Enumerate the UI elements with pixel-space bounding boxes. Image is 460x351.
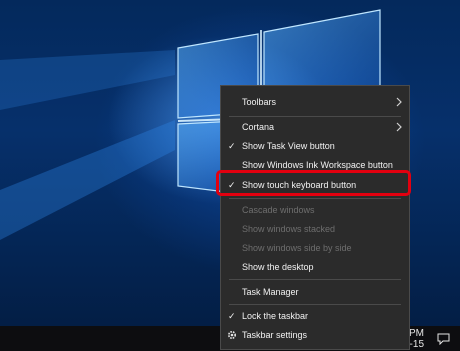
menu-item-toolbars[interactable]: Toolbars bbox=[221, 93, 409, 111]
menu-item-cascade-windows: Cascade windows bbox=[221, 201, 409, 219]
highlight-annotation-box bbox=[216, 170, 411, 196]
menu-item-label: Task Manager bbox=[242, 287, 299, 297]
action-center-icon bbox=[437, 333, 450, 345]
menu-item-label: Show the desktop bbox=[242, 262, 314, 272]
menu-item-label: Lock the taskbar bbox=[242, 311, 309, 321]
menu-separator bbox=[229, 198, 401, 199]
menu-item-label: Show windows side by side bbox=[242, 243, 352, 253]
menu-item-label: Taskbar settings bbox=[242, 330, 308, 340]
clock-time: PM bbox=[409, 328, 424, 339]
checkmark-icon: ✓ bbox=[228, 140, 236, 151]
menu-item-label: Show windows stacked bbox=[242, 224, 336, 234]
menu-item-lock-taskbar[interactable]: ✓ Lock the taskbar bbox=[221, 307, 409, 325]
chevron-right-icon bbox=[396, 97, 402, 107]
taskbar-context-menu: Toolbars Cortana ✓ Show Task View button… bbox=[220, 85, 410, 350]
menu-item-cortana[interactable]: Cortana bbox=[221, 118, 409, 136]
menu-item-show-windows-stacked: Show windows stacked bbox=[221, 220, 409, 238]
menu-item-show-task-view[interactable]: ✓ Show Task View button bbox=[221, 137, 409, 155]
chevron-right-icon bbox=[396, 122, 402, 132]
menu-separator bbox=[229, 304, 401, 305]
action-center-button[interactable] bbox=[431, 326, 456, 351]
menu-item-taskbar-settings[interactable]: Taskbar settings bbox=[221, 326, 409, 344]
menu-separator bbox=[229, 116, 401, 117]
menu-item-side-by-side: Show windows side by side bbox=[221, 239, 409, 257]
menu-separator bbox=[229, 279, 401, 280]
checkmark-icon: ✓ bbox=[228, 310, 236, 321]
menu-item-label: Cascade windows bbox=[242, 205, 315, 215]
menu-item-label: Show Windows Ink Workspace button bbox=[242, 160, 393, 170]
menu-item-label: Show Task View button bbox=[242, 141, 335, 151]
menu-item-task-manager[interactable]: Task Manager bbox=[221, 283, 409, 301]
menu-item-label: Cortana bbox=[242, 122, 275, 132]
menu-item-show-desktop[interactable]: Show the desktop bbox=[221, 258, 409, 276]
gear-icon bbox=[227, 330, 237, 340]
menu-item-label: Toolbars bbox=[242, 97, 277, 107]
